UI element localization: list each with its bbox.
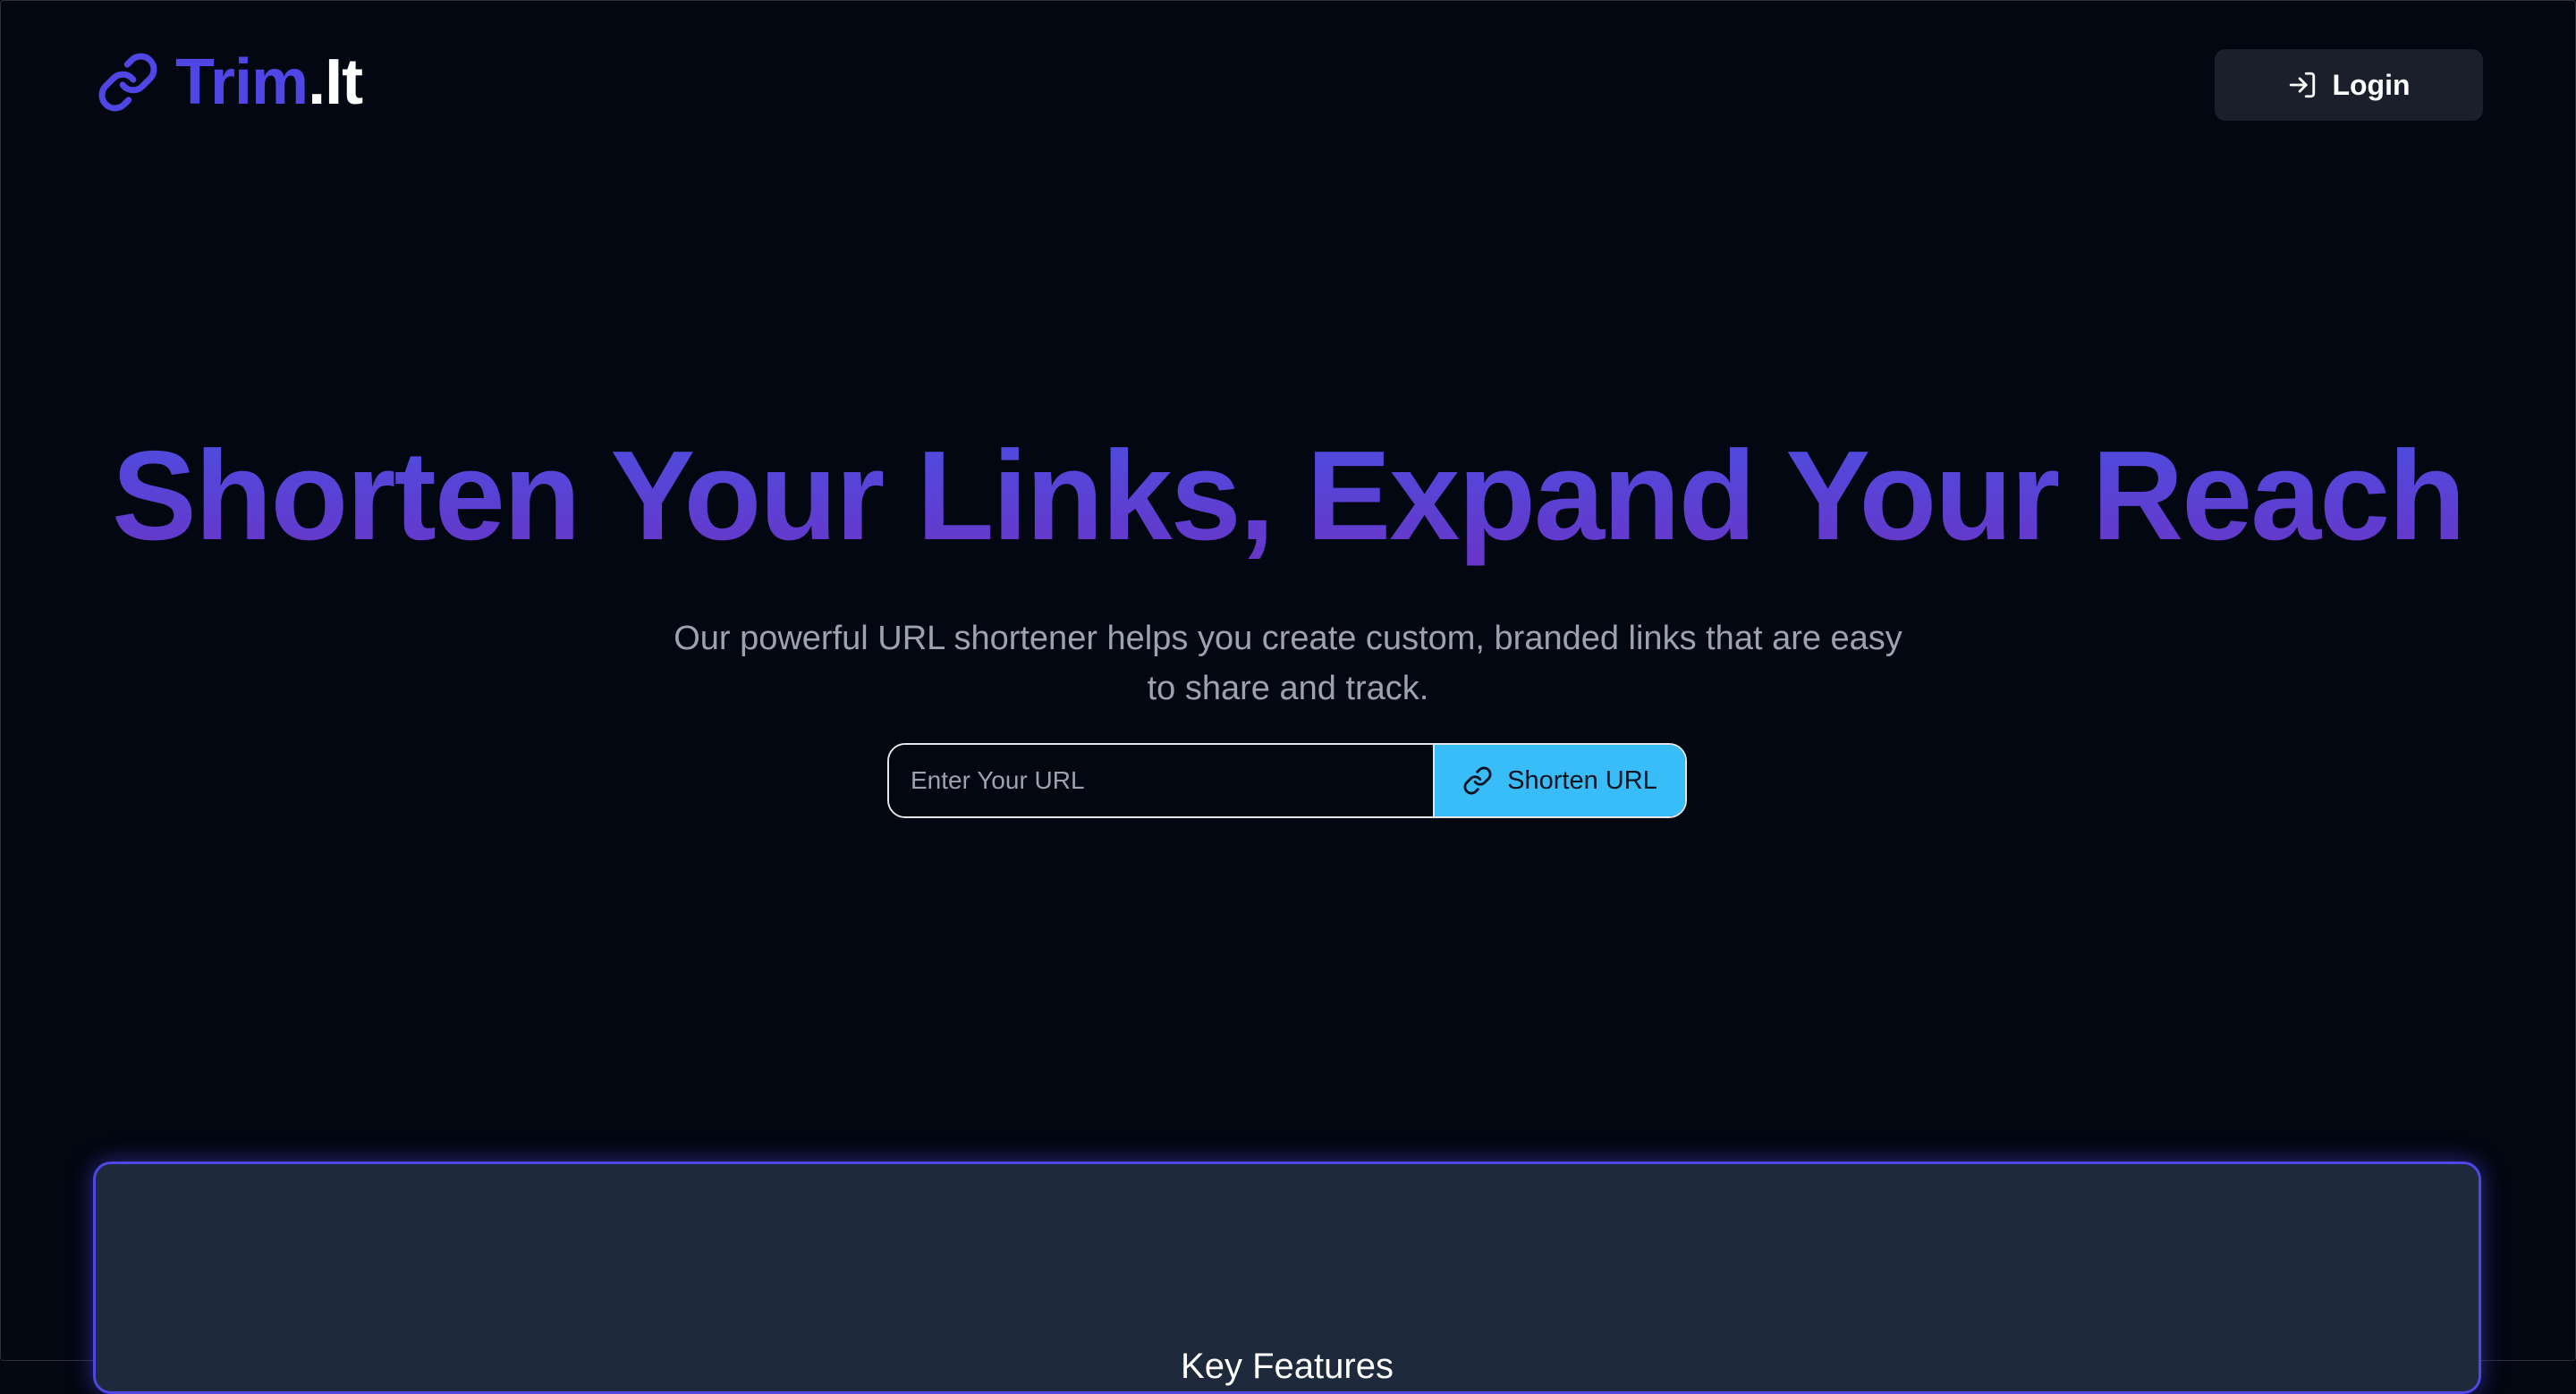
url-input[interactable] [889, 745, 1433, 816]
features-card: Key Features [93, 1162, 2481, 1394]
link-icon [98, 53, 157, 112]
login-button[interactable]: Login [2215, 49, 2483, 121]
features-title: Key Features [1181, 1347, 1394, 1386]
brand-logo[interactable]: Trim.It [97, 50, 363, 114]
hero-title: Shorten Your Links, Expand Your Reach [0, 420, 2576, 572]
brand-name: Trim.It [175, 50, 363, 114]
shorten-form: Shorten URL [887, 743, 1687, 818]
shorten-url-label: Shorten URL [1507, 765, 1657, 795]
link-icon [1463, 766, 1492, 795]
login-icon [2290, 72, 2316, 98]
brand-name-it: .It [308, 46, 363, 118]
shorten-url-button[interactable]: Shorten URL [1433, 745, 1685, 816]
login-label: Login [2332, 68, 2411, 101]
hero-subtitle: Our powerful URL shortener helps you cre… [674, 620, 1902, 707]
brand-name-trim: Trim [175, 46, 309, 118]
